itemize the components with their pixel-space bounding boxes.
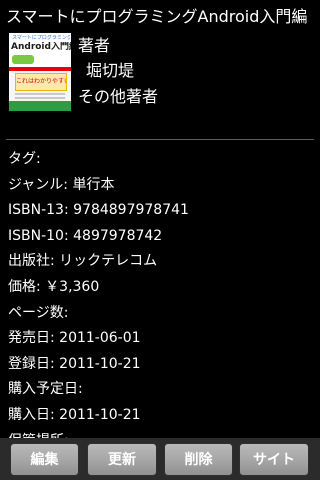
field-pages: ページ数:	[8, 304, 69, 321]
field-genre: ジャンル: 単行本	[8, 176, 115, 193]
cover-footer-band	[9, 101, 71, 111]
delete-button[interactable]: 削除	[164, 443, 233, 476]
field-purchase-date: 購入日: 2011-10-21	[8, 406, 141, 423]
edit-button[interactable]: 編集	[10, 443, 79, 476]
cover-subtitle-text: スマートにプログラミング	[12, 35, 70, 41]
cover-main-title-text: Android入門編	[11, 42, 71, 52]
site-button[interactable]: サイト	[239, 443, 309, 476]
field-publisher: 出版社: リックテレコム	[8, 253, 158, 270]
other-authors-heading: その他著者	[78, 87, 159, 106]
update-button[interactable]: 更新	[87, 443, 157, 476]
field-planned-purchase-date: 購入予定日:	[8, 381, 83, 398]
author-name: 堀切堤	[86, 61, 135, 80]
cover-banner-text: これはわかりやすい	[15, 73, 67, 91]
book-cover-image: スマートにプログラミング Android入門編 これはわかりやすい	[9, 33, 71, 111]
cover-badge	[12, 55, 34, 64]
header-divider	[6, 139, 314, 140]
book-details-list: タグ: ジャンル: 単行本 ISBN-13: 9784897978741 ISB…	[8, 149, 314, 445]
book-title: スマートにプログラミングAndroid入門編	[6, 7, 308, 26]
field-price: 価格: ￥3,360	[8, 278, 100, 295]
field-isbn13: ISBN-13: 9784897978741	[8, 202, 189, 219]
field-registered-date: 登録日: 2011-10-21	[8, 355, 141, 372]
field-tags: タグ:	[8, 151, 41, 167]
author-heading: 著者	[78, 36, 111, 55]
cover-stripe	[9, 67, 71, 71]
cover-decorative-line	[15, 97, 65, 99]
cover-decorative-line	[15, 93, 65, 95]
field-isbn10: ISBN-10: 4897978742	[8, 227, 163, 244]
field-release-date: 発売日: 2011-06-01	[8, 330, 141, 347]
